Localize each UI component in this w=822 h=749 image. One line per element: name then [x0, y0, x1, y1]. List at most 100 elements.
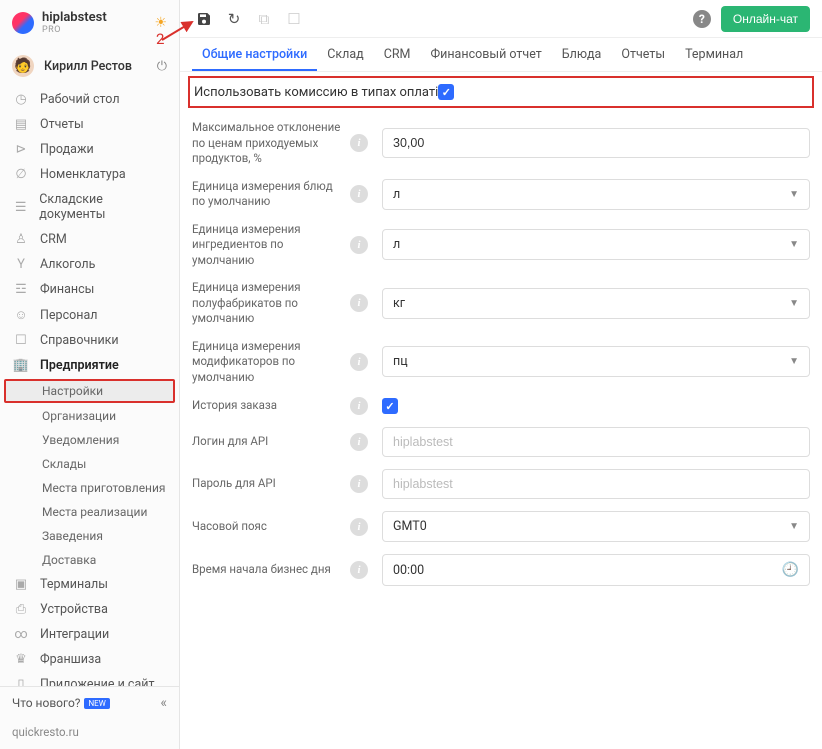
sidebar-child-orgs[interactable]: Организации — [0, 404, 179, 428]
topbar: ↻ ⧉ ☐ ? Онлайн-чат — [180, 0, 822, 38]
tab-terminal[interactable]: Терминал — [675, 38, 753, 71]
highlight-commission: Использовать комиссию в типах оплат i ✓ … — [188, 76, 814, 108]
sidebar-item-enterprise[interactable]: 🏢Предприятие — [0, 353, 179, 378]
tab-crm[interactable]: CRM — [374, 38, 421, 71]
link-icon: ∅ — [12, 167, 30, 182]
select-tz[interactable]: GMT0▼ — [382, 511, 810, 542]
sidebar-item-sales[interactable]: ⊳Продажи — [0, 137, 179, 162]
chevron-down-icon: ▼ — [789, 356, 799, 367]
select-unit-mod[interactable]: пц▼ — [382, 346, 810, 377]
sidebar-child-notifications[interactable]: Уведомления — [0, 428, 179, 452]
sidebar: hiplabstest PRO ☀ 🧑 Кирилл Рестов ⏻ ◷Раб… — [0, 0, 180, 749]
label-tz: Часовой пояс — [192, 519, 350, 535]
help-icon[interactable]: ? — [693, 10, 711, 28]
info-icon[interactable]: i — [350, 353, 368, 371]
sun-icon[interactable]: ☀ — [154, 15, 167, 31]
franchise-icon: ♛ — [12, 652, 30, 667]
brand-tier: PRO — [42, 25, 107, 35]
sidebar-item-personnel[interactable]: ☺Персонал — [0, 302, 179, 328]
tab-general[interactable]: Общие настройки — [192, 38, 317, 71]
glass-icon: Y — [12, 257, 30, 272]
building-icon: 🏢 — [12, 358, 30, 373]
tag-icon: ⊳ — [12, 142, 30, 157]
label-max-dev: Максимальное отклонение по ценам приходу… — [192, 120, 350, 167]
chevron-down-icon: ▼ — [789, 298, 799, 309]
info-icon[interactable]: i — [350, 397, 368, 415]
sidebar-item-alcohol[interactable]: YАлкоголь — [0, 252, 179, 277]
checkbox-order-history[interactable]: ✓ — [382, 398, 398, 414]
select-unit-dish[interactable]: л▼ — [382, 179, 810, 210]
chevron-down-icon: ▼ — [789, 521, 799, 532]
sidebar-item-reports[interactable]: ▤Отчеты — [0, 112, 179, 137]
select-unit-ing[interactable]: л▼ — [382, 229, 810, 260]
copy-icon[interactable]: ⧉ — [252, 7, 276, 31]
tab-warehouse[interactable]: Склад — [317, 38, 373, 71]
sidebar-bottom-link[interactable]: quickresto.ru — [0, 719, 179, 749]
power-icon[interactable]: ⏻ — [157, 59, 167, 74]
sidebar-child-sale[interactable]: Места реализации — [0, 500, 179, 524]
sidebar-item-directories[interactable]: ☐Справочники — [0, 328, 179, 353]
tab-reports[interactable]: Отчеты — [611, 38, 675, 71]
sidebar-child-delivery[interactable]: Доставка — [0, 548, 179, 572]
checkbox-commission[interactable]: ✓ — [438, 84, 454, 100]
report-icon: ▤ — [12, 117, 30, 132]
tabs: Общие настройки Склад CRM Финансовый отч… — [180, 38, 822, 72]
settings-form: Использовать комиссию в типах оплат i ✓ … — [180, 72, 822, 749]
label-commission: Использовать комиссию в типах оплат — [194, 85, 435, 100]
sidebar-item-app-site[interactable]: ▯Приложение и сайт — [0, 672, 179, 686]
refresh-icon[interactable]: ↻ — [222, 7, 246, 31]
select-unit-semi[interactable]: кг▼ — [382, 288, 810, 319]
tab-finreport[interactable]: Финансовый отчет — [420, 38, 551, 71]
avatar[interactable]: 🧑 — [12, 55, 34, 77]
finance-icon: ☲ — [12, 282, 30, 297]
label-order-history: История заказа — [192, 398, 350, 414]
docs-icon: ☰ — [12, 200, 29, 215]
terminal-icon: ▣ — [12, 577, 30, 592]
clock-icon: 🕘 — [782, 562, 799, 578]
sidebar-item-nomenclature[interactable]: ∅Номенклатура — [0, 162, 179, 187]
label-api-login: Логин для API — [192, 434, 350, 450]
user-name: Кирилл Рестов — [44, 59, 132, 74]
info-icon[interactable]: i — [350, 134, 368, 152]
chat-button[interactable]: Онлайн-чат — [721, 6, 810, 32]
window-icon[interactable]: ☐ — [282, 7, 306, 31]
input-api-pass[interactable] — [382, 469, 810, 499]
info-icon[interactable]: i — [350, 294, 368, 312]
printer-icon: ⎙ — [12, 602, 30, 617]
info-icon[interactable]: i — [350, 185, 368, 203]
label-unit-mod: Единица измерения модификаторов по умолч… — [192, 339, 350, 386]
sidebar-child-settings[interactable]: Настройки — [4, 379, 175, 403]
phone-icon: ▯ — [12, 677, 30, 686]
sidebar-item-terminals[interactable]: ▣Терминалы — [0, 572, 179, 597]
sidebar-item-crm[interactable]: ♙CRM — [0, 227, 179, 252]
sidebar-child-prep[interactable]: Места приготовления — [0, 476, 179, 500]
label-unit-ing: Единица измерения ингредиентов по умолча… — [192, 222, 350, 269]
info-icon[interactable]: i — [350, 236, 368, 254]
info-icon[interactable]: i — [350, 433, 368, 451]
info-icon[interactable]: i — [350, 518, 368, 536]
sidebar-item-integrations[interactable]: ∞Интеграции — [0, 622, 179, 647]
brand-name: hiplabstest — [42, 10, 107, 25]
book-icon: ☐ — [12, 333, 30, 348]
sidebar-footer[interactable]: Что нового? NEW « — [0, 686, 179, 719]
save-icon[interactable] — [192, 7, 216, 31]
sidebar-child-venues[interactable]: Заведения — [0, 524, 179, 548]
input-api-login[interactable] — [382, 427, 810, 457]
sidebar-item-dashboard[interactable]: ◷Рабочий стол — [0, 87, 179, 112]
tab-dishes[interactable]: Блюда — [552, 38, 612, 71]
label-api-pass: Пароль для API — [192, 476, 350, 492]
crm-icon: ♙ — [12, 232, 30, 247]
sidebar-user: 🧑 Кирилл Рестов ⏻ — [0, 45, 179, 87]
sidebar-item-finance[interactable]: ☲Финансы — [0, 277, 179, 302]
sidebar-child-warehouses[interactable]: Склады — [0, 452, 179, 476]
input-max-dev[interactable] — [382, 128, 810, 158]
new-badge: NEW — [84, 698, 109, 709]
sidebar-item-franchise[interactable]: ♛Франшиза — [0, 647, 179, 672]
input-bizday[interactable]: 00:00🕘 — [382, 554, 810, 586]
sidebar-item-warehouse-docs[interactable]: ☰Складские документы — [0, 187, 179, 227]
sidebar-item-devices[interactable]: ⎙Устройства — [0, 597, 179, 622]
link2-icon: ∞ — [12, 627, 30, 642]
collapse-icon[interactable]: « — [160, 695, 167, 711]
info-icon[interactable]: i — [350, 475, 368, 493]
info-icon[interactable]: i — [350, 561, 368, 579]
